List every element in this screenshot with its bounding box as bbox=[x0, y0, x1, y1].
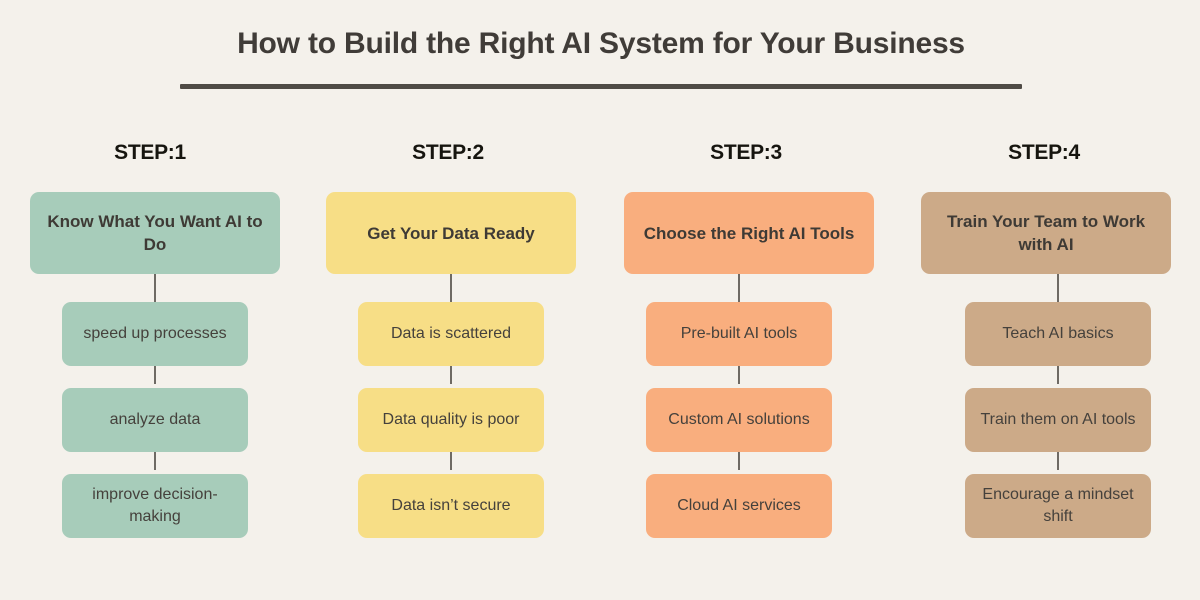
page-title: How to Build the Right AI System for You… bbox=[237, 27, 965, 60]
step-item-box[interactable]: Data isn’t secure bbox=[358, 474, 544, 538]
title-block: How to Build the Right AI System for You… bbox=[180, 24, 1022, 89]
step-item-box[interactable]: Data is scattered bbox=[358, 302, 544, 366]
step-item-box[interactable]: Data quality is poor bbox=[358, 388, 544, 452]
step-chain-2: Get Your Data Ready Data is scattered Da… bbox=[298, 192, 598, 552]
step-chain-3: Choose the Right AI Tools Pre-built AI t… bbox=[596, 192, 896, 552]
step-chain-4: Train Your Team to Work with AI Teach AI… bbox=[894, 192, 1194, 552]
step-item-box[interactable]: Pre-built AI tools bbox=[646, 302, 832, 366]
step-label-4: STEP:4 bbox=[1008, 141, 1080, 164]
title-divider bbox=[180, 84, 1022, 89]
step-label-3: STEP:3 bbox=[710, 141, 782, 164]
step-header-box-1[interactable]: Know What You Want AI to Do bbox=[30, 192, 280, 274]
step-item-box[interactable]: analyze data bbox=[62, 388, 248, 452]
step-item-box[interactable]: speed up processes bbox=[62, 302, 248, 366]
step-header-box-3[interactable]: Choose the Right AI Tools bbox=[624, 192, 874, 274]
step-item-box[interactable]: improve decision-making bbox=[62, 474, 248, 538]
step-item-box[interactable]: Encourage a mindset shift bbox=[965, 474, 1151, 538]
step-column-2: STEP:2 Get Your Data Ready Data is scatt… bbox=[298, 140, 598, 560]
step-item-box[interactable]: Custom AI solutions bbox=[646, 388, 832, 452]
step-item-box[interactable]: Cloud AI services bbox=[646, 474, 832, 538]
step-item-box[interactable]: Train them on AI tools bbox=[965, 388, 1151, 452]
step-header-box-4[interactable]: Train Your Team to Work with AI bbox=[921, 192, 1171, 274]
step-column-4: STEP:4 Train Your Team to Work with AI T… bbox=[894, 140, 1194, 560]
infographic-page: How to Build the Right AI System for You… bbox=[0, 0, 1200, 600]
step-label-1: STEP:1 bbox=[114, 141, 186, 164]
step-column-1: STEP:1 Know What You Want AI to Do speed… bbox=[0, 140, 300, 560]
step-header-box-2[interactable]: Get Your Data Ready bbox=[326, 192, 576, 274]
steps-container: STEP:1 Know What You Want AI to Do speed… bbox=[0, 140, 1200, 560]
step-chain-1: Know What You Want AI to Do speed up pro… bbox=[0, 192, 300, 552]
step-label-2: STEP:2 bbox=[412, 141, 484, 164]
step-column-3: STEP:3 Choose the Right AI Tools Pre-bui… bbox=[596, 140, 896, 560]
step-item-box[interactable]: Teach AI basics bbox=[965, 302, 1151, 366]
